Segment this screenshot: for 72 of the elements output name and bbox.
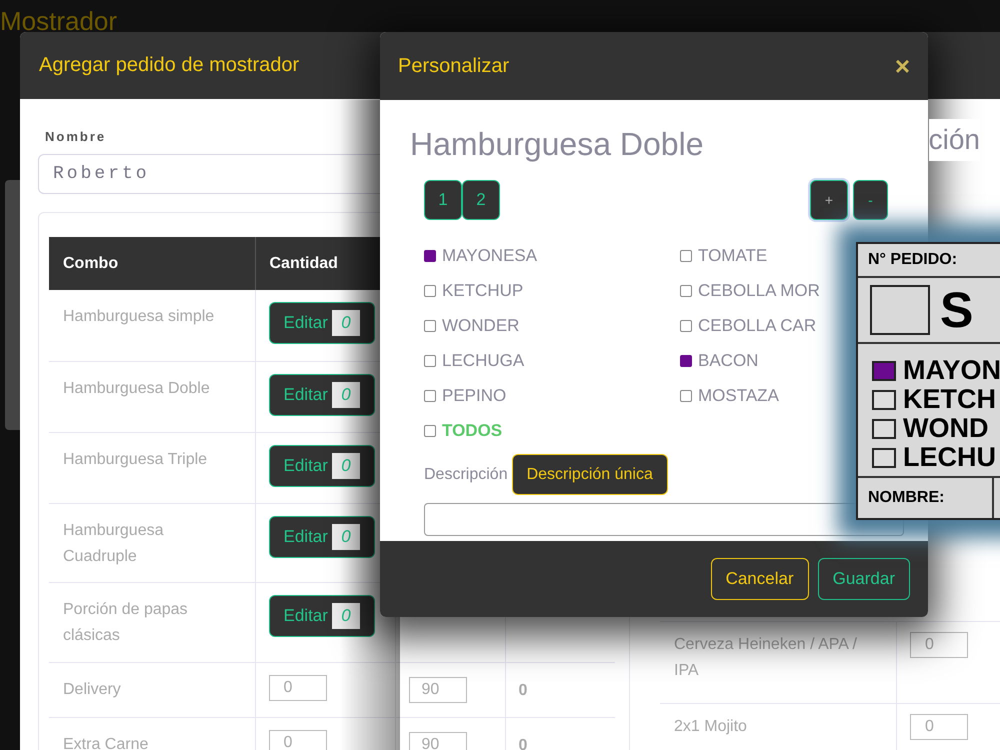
edit-button[interactable]: Editar bbox=[284, 524, 328, 550]
table-cell: Hamburguesa simple bbox=[63, 308, 214, 325]
quantity-field[interactable]: 0 bbox=[268, 730, 326, 750]
cancel-button[interactable]: Cancelar bbox=[710, 558, 809, 600]
quantity-field[interactable]: 0 bbox=[332, 602, 360, 628]
field-label: Descripción bbox=[424, 464, 508, 484]
quantity-field[interactable]: 0 bbox=[332, 310, 360, 336]
ticket-item: MAYON bbox=[903, 357, 1000, 384]
table-cell: Cerveza Heineken / APA / IPA bbox=[660, 622, 897, 702]
option-label[interactable]: PEPINO bbox=[442, 382, 506, 408]
ticket-label: NOMBRE: bbox=[868, 488, 944, 508]
quantity-field[interactable]: 0 bbox=[910, 632, 968, 658]
quantity-field[interactable]: 0 bbox=[268, 674, 326, 700]
edit-button[interactable]: Editar bbox=[284, 310, 328, 336]
checkbox[interactable] bbox=[424, 390, 436, 402]
price-field[interactable]: 90 bbox=[408, 732, 466, 750]
option-label[interactable]: KETCHUP bbox=[442, 278, 524, 304]
option-label[interactable]: LECHUGA bbox=[442, 348, 524, 374]
quantity-field[interactable]: 0 bbox=[332, 382, 360, 408]
option-label[interactable]: TODOS bbox=[442, 418, 502, 444]
unit-button[interactable]: 2 bbox=[462, 180, 500, 220]
checkbox[interactable] bbox=[680, 250, 692, 262]
option-label[interactable]: BACON bbox=[698, 348, 758, 374]
add-button[interactable]: + bbox=[810, 180, 848, 220]
ticket-item: LECHU bbox=[903, 444, 996, 471]
edit-button[interactable]: Editar bbox=[284, 602, 328, 628]
description-button[interactable]: Descripción única bbox=[512, 454, 668, 495]
option-label[interactable]: MOSTAZA bbox=[698, 382, 779, 408]
checkbox[interactable] bbox=[680, 390, 692, 402]
close-button[interactable]: × bbox=[894, 53, 910, 79]
quantity-field[interactable]: 0 bbox=[332, 452, 360, 478]
checkbox[interactable] bbox=[424, 424, 436, 436]
price-field[interactable]: 90 bbox=[408, 676, 466, 702]
table-cell: 2x1 Mojito bbox=[660, 704, 897, 750]
checkbox[interactable] bbox=[424, 250, 436, 262]
table-cell: Porción de papas clásicas bbox=[63, 600, 188, 644]
checkbox[interactable] bbox=[424, 354, 436, 366]
checkbox[interactable] bbox=[424, 320, 436, 332]
option-label[interactable]: MAYONESA bbox=[442, 242, 538, 268]
remove-button[interactable]: - bbox=[853, 180, 888, 220]
table-cell: Hamburguesa Doble bbox=[63, 380, 210, 396]
ticket-box bbox=[870, 285, 930, 335]
option-label[interactable]: WONDER bbox=[442, 312, 520, 338]
checkbox[interactable] bbox=[680, 284, 692, 296]
table-cell: Extra Carne bbox=[63, 736, 148, 750]
ticket-item: WOND bbox=[903, 415, 988, 442]
unit-button[interactable]: 1 bbox=[424, 180, 462, 220]
size-letter: S bbox=[940, 285, 974, 335]
column-header: Combo bbox=[49, 237, 255, 290]
checkbox[interactable] bbox=[424, 284, 436, 296]
description-field[interactable] bbox=[424, 503, 904, 536]
table-cell: Hamburguesa Cuadruple bbox=[63, 522, 164, 564]
table-cell: Delivery bbox=[63, 680, 121, 698]
table-cell: 0 bbox=[518, 736, 528, 750]
ticket-label: N° PEDIDO: bbox=[868, 250, 958, 270]
checkbox[interactable] bbox=[680, 320, 692, 332]
quantity-field[interactable]: 0 bbox=[910, 714, 968, 740]
table-cell: 0 bbox=[518, 682, 528, 698]
quantity-field[interactable]: 0 bbox=[332, 524, 360, 550]
save-button[interactable]: Guardar bbox=[818, 558, 910, 600]
option-label[interactable]: CEBOLLA MOR bbox=[698, 278, 820, 304]
checkbox[interactable] bbox=[680, 354, 692, 366]
option-label[interactable]: TOMATE bbox=[698, 242, 768, 268]
edit-button[interactable]: Editar bbox=[284, 382, 328, 408]
table-cell: Hamburguesa Triple bbox=[63, 450, 208, 468]
field-label: Nombre bbox=[45, 128, 108, 146]
ticket-item: KETCH bbox=[903, 386, 996, 413]
option-label[interactable]: CEBOLLA CAR bbox=[698, 312, 816, 338]
edit-button[interactable]: Editar bbox=[284, 452, 328, 478]
dialog-title: Agregar pedido de mostrador bbox=[39, 53, 300, 78]
dialog-title: Personalizar bbox=[398, 54, 510, 79]
page-title: Mostrador bbox=[0, 6, 118, 36]
